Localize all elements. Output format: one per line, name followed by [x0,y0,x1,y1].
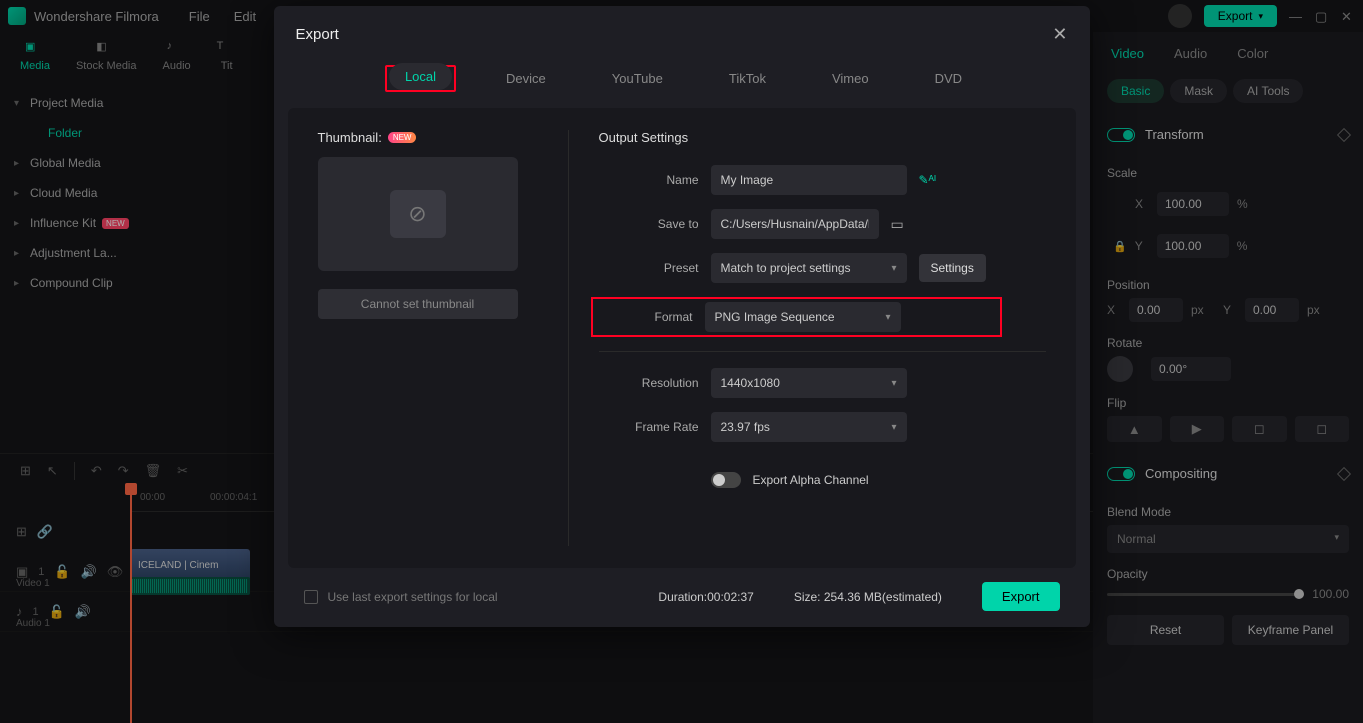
chevron-down-icon: ▾ [891,263,896,274]
preset-dropdown[interactable]: Match to project settings▾ [711,253,907,283]
resolution-label: Resolution [599,376,699,390]
name-input[interactable] [711,165,907,195]
chevron-down-icon: ▾ [891,378,896,389]
resolution-dropdown[interactable]: 1440x1080▾ [711,368,907,398]
tab-local[interactable]: Local [389,63,452,90]
preset-label: Preset [599,261,699,275]
output-settings-title: Output Settings [599,130,1046,145]
tab-device[interactable]: Device [490,65,562,92]
format-row-highlight: Format PNG Image Sequence▾ [591,297,1002,337]
thumbnail-preview[interactable]: ⊘ [318,157,518,271]
export-confirm-button[interactable]: Export [982,582,1060,611]
framerate-label: Frame Rate [599,420,699,434]
thumbnail-button[interactable]: Cannot set thumbnail [318,289,518,319]
chevron-down-icon: ▾ [891,422,896,433]
thumbnail-label: Thumbnail:NEW [318,130,528,145]
duration-info: Duration:00:02:37 [658,590,753,604]
size-info: Size: 254.36 MB(estimated) [794,590,942,604]
saveto-input[interactable] [711,209,879,239]
saveto-label: Save to [599,217,699,231]
tab-youtube[interactable]: YouTube [596,65,679,92]
name-label: Name [599,173,699,187]
use-last-label: Use last export settings for local [328,590,498,604]
dialog-backdrop: Export ✕ Local Device YouTube TikTok Vim… [0,0,1363,723]
chevron-down-icon: ▾ [885,312,890,323]
framerate-dropdown[interactable]: 23.97 fps▾ [711,412,907,442]
tab-dvd[interactable]: DVD [919,65,978,92]
tab-vimeo[interactable]: Vimeo [816,65,885,92]
use-last-checkbox[interactable] [304,590,318,604]
format-label: Format [599,310,693,324]
local-tab-highlight: Local [385,65,456,92]
format-dropdown[interactable]: PNG Image Sequence▾ [705,302,901,332]
no-thumbnail-icon: ⊘ [390,190,446,238]
browse-folder-icon[interactable]: ▭ [891,216,904,233]
alpha-label: Export Alpha Channel [753,473,869,487]
ai-edit-icon[interactable]: ✎ᴬᴵ [919,173,937,187]
dialog-title: Export [296,26,339,43]
export-dialog: Export ✕ Local Device YouTube TikTok Vim… [274,6,1090,627]
tab-tiktok[interactable]: TikTok [713,65,782,92]
preset-settings-button[interactable]: Settings [919,254,986,282]
alpha-toggle[interactable] [711,472,741,488]
divider [599,351,1046,352]
close-button[interactable]: ✕ [1052,24,1067,45]
new-badge: NEW [388,132,417,143]
